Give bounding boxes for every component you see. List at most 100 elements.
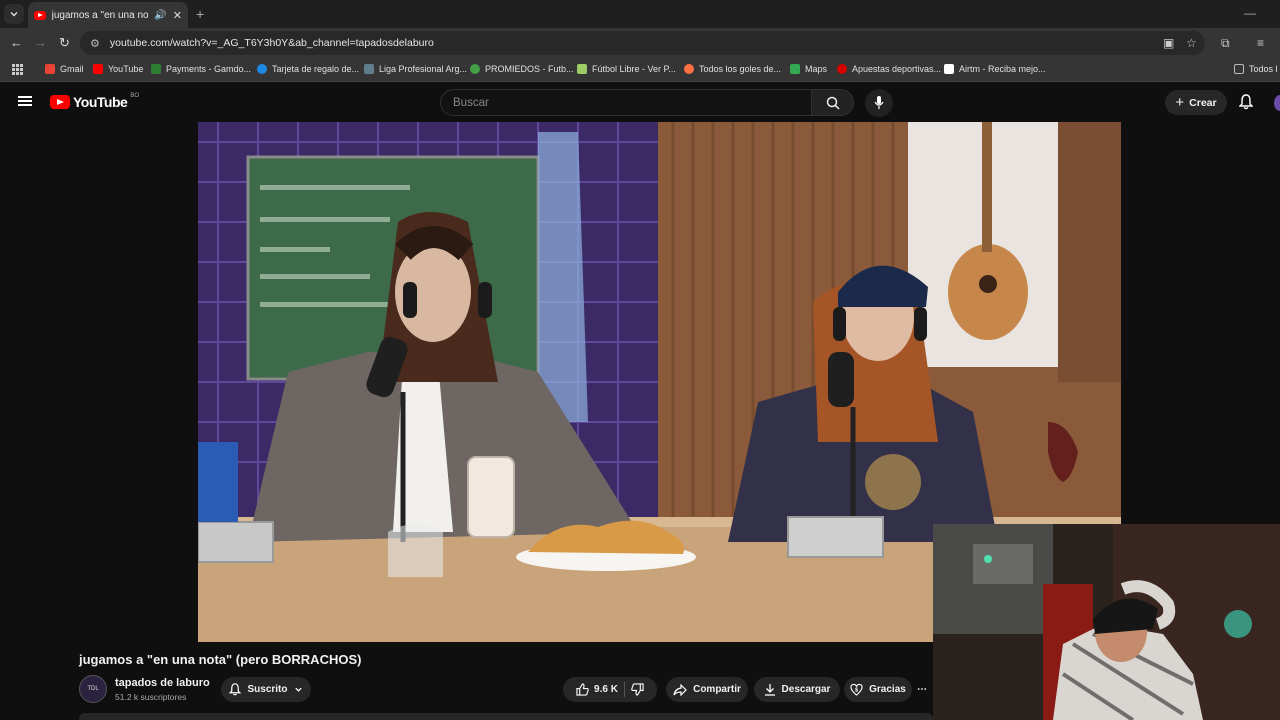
back-arrow-icon[interactable]: ←: [10, 35, 23, 50]
plus-icon: +: [1175, 94, 1185, 111]
bookmark-label: Gmail: [60, 64, 84, 74]
search-icon: [826, 96, 840, 110]
bookmark-label: Airtm - Reciba mejo...: [959, 64, 1046, 74]
share-label: Compartir: [693, 684, 741, 695]
bookmark-label: Todos l: [1249, 64, 1278, 74]
airtm-icon: [944, 64, 954, 74]
bookmark-item[interactable]: Maps: [790, 64, 827, 74]
league-icon: [364, 64, 374, 74]
microphone-icon: [874, 96, 884, 109]
bookmark-item[interactable]: Tarjeta de regalo de...: [257, 64, 359, 74]
menu-icon[interactable]: ≡: [1257, 36, 1264, 50]
account-avatar[interactable]: [1274, 95, 1280, 111]
channel-avatar-text: TDL: [87, 686, 99, 692]
browser-toolbar: ← → ↻ ⚙ youtube.com/watch?v=_AG_T6Y3h0Y&…: [0, 28, 1280, 58]
search-input[interactable]: Buscar: [440, 89, 812, 116]
description-box[interactable]: [79, 713, 933, 720]
extensions-icon[interactable]: ⧉: [1221, 36, 1230, 51]
share-button[interactable]: Compartir: [666, 677, 748, 702]
subscribed-label: Suscrito: [247, 684, 288, 695]
like-divider: [623, 682, 625, 697]
country-code: BO: [130, 93, 139, 99]
search-placeholder: Buscar: [453, 96, 489, 109]
bookmark-item[interactable]: Todos los goles de...: [684, 64, 781, 74]
bookmark-item[interactable]: Fútbol Libre - Ver P...: [577, 64, 676, 74]
youtube-favicon-icon: [34, 10, 46, 20]
youtube-play-icon: [50, 95, 70, 109]
browser-tab-active[interactable]: jugamos a "en una nota" (p 🔊 ✕: [28, 2, 188, 28]
close-tab-icon[interactable]: ✕: [173, 9, 182, 22]
bookmark-label: Todos los goles de...: [699, 64, 782, 74]
gift-card-icon: [257, 64, 267, 74]
hamburger-menu-icon[interactable]: [18, 96, 32, 106]
bell-icon: [229, 683, 242, 696]
minimize-icon[interactable]: —: [1244, 6, 1256, 20]
folder-icon: [1234, 64, 1244, 74]
dislike-button[interactable]: [631, 683, 644, 696]
bookmark-item[interactable]: Payments - Gamdo...: [151, 64, 251, 74]
tab-title: jugamos a "en una nota" (p: [51, 9, 149, 21]
bookmark-label: Payments - Gamdo...: [166, 64, 252, 74]
reload-icon[interactable]: ↻: [59, 35, 70, 51]
payments-icon: [151, 64, 161, 74]
svg-text:$: $: [855, 687, 859, 693]
bookmark-item[interactable]: YouTube: [93, 64, 143, 74]
star-icon[interactable]: ☆: [1186, 36, 1197, 50]
apps-grid-icon[interactable]: [12, 64, 23, 75]
youtube-logo[interactable]: YouTube BO: [50, 93, 139, 110]
logo-text: YouTube: [73, 94, 128, 110]
bookmarks-bar: Gmail YouTube Payments - Gamdo... Tarjet…: [0, 58, 1280, 82]
like-count: 9.6 K: [594, 684, 618, 695]
download-label: Descargar: [781, 684, 831, 695]
thanks-label: Gracias: [869, 684, 906, 695]
forward-arrow-icon[interactable]: →: [34, 35, 47, 50]
chevron-down-icon: [10, 12, 18, 17]
tab-search-button[interactable]: [4, 4, 24, 24]
site-info-icon[interactable]: ⚙: [90, 37, 100, 50]
search-button[interactable]: [811, 89, 854, 116]
bookmark-item[interactable]: PROMIEDOS - Futb...: [470, 64, 574, 74]
speaker-icon[interactable]: 🔊: [154, 10, 166, 21]
address-bar[interactable]: ⚙ youtube.com/watch?v=_AG_T6Y3h0Y&ab_cha…: [80, 31, 1205, 55]
video-title: jugamos a "en una nota" (pero BORRACHOS): [79, 652, 362, 667]
webcam-overlay: [933, 524, 1280, 720]
channel-name[interactable]: tapados de laburo: [115, 677, 210, 689]
bookmark-label: Fútbol Libre - Ver P...: [592, 64, 676, 74]
bookmark-item[interactable]: Airtm - Reciba mejo...: [944, 64, 1046, 74]
bookmark-item[interactable]: Apuestas deportivas...: [837, 64, 941, 74]
bookmark-label: Apuestas deportivas...: [852, 64, 942, 74]
thanks-button[interactable]: $ Gracias: [844, 677, 912, 702]
like-button[interactable]: 9.6 K: [576, 683, 618, 696]
bookmark-folder[interactable]: Todos l: [1234, 64, 1278, 74]
bookmark-item[interactable]: Liga Profesional Arg...: [364, 64, 467, 74]
bookmark-label: YouTube: [108, 64, 144, 74]
futbol-libre-icon: [577, 64, 587, 74]
download-icon: [764, 684, 775, 696]
thumbs-up-icon: [576, 683, 589, 696]
maps-icon: [790, 64, 800, 74]
share-arrow-icon: [673, 683, 687, 696]
new-tab-icon[interactable]: +: [196, 6, 204, 22]
more-actions-icon[interactable]: ⋯: [917, 677, 933, 702]
super-thanks-icon: $: [850, 683, 863, 696]
subscribed-button[interactable]: Suscrito: [221, 677, 311, 702]
bookmark-item[interactable]: Gmail: [45, 64, 84, 74]
like-dislike-group: 9.6 K: [563, 677, 657, 702]
url-text: youtube.com/watch?v=_AG_T6Y3h0Y&ab_chann…: [109, 37, 434, 49]
promiedos-icon: [470, 64, 480, 74]
bookmark-label: Maps: [805, 64, 828, 74]
voice-search-button[interactable]: [865, 89, 893, 117]
bookmark-label: Liga Profesional Arg...: [379, 64, 468, 74]
goals-icon: [684, 64, 694, 74]
youtube-icon: [93, 64, 103, 74]
install-app-icon[interactable]: ▣: [1163, 36, 1174, 50]
download-button[interactable]: Descargar: [754, 677, 840, 702]
betting-icon: [837, 64, 847, 74]
notifications-bell-icon[interactable]: [1238, 94, 1254, 115]
channel-avatar[interactable]: TDL: [79, 675, 107, 703]
gmail-icon: [45, 64, 55, 74]
webcam-image: [933, 524, 1280, 720]
create-button[interactable]: + Crear: [1165, 90, 1227, 115]
subscriber-count: 51.2 k suscriptores: [115, 692, 187, 702]
bookmark-label: Tarjeta de regalo de...: [272, 64, 360, 74]
